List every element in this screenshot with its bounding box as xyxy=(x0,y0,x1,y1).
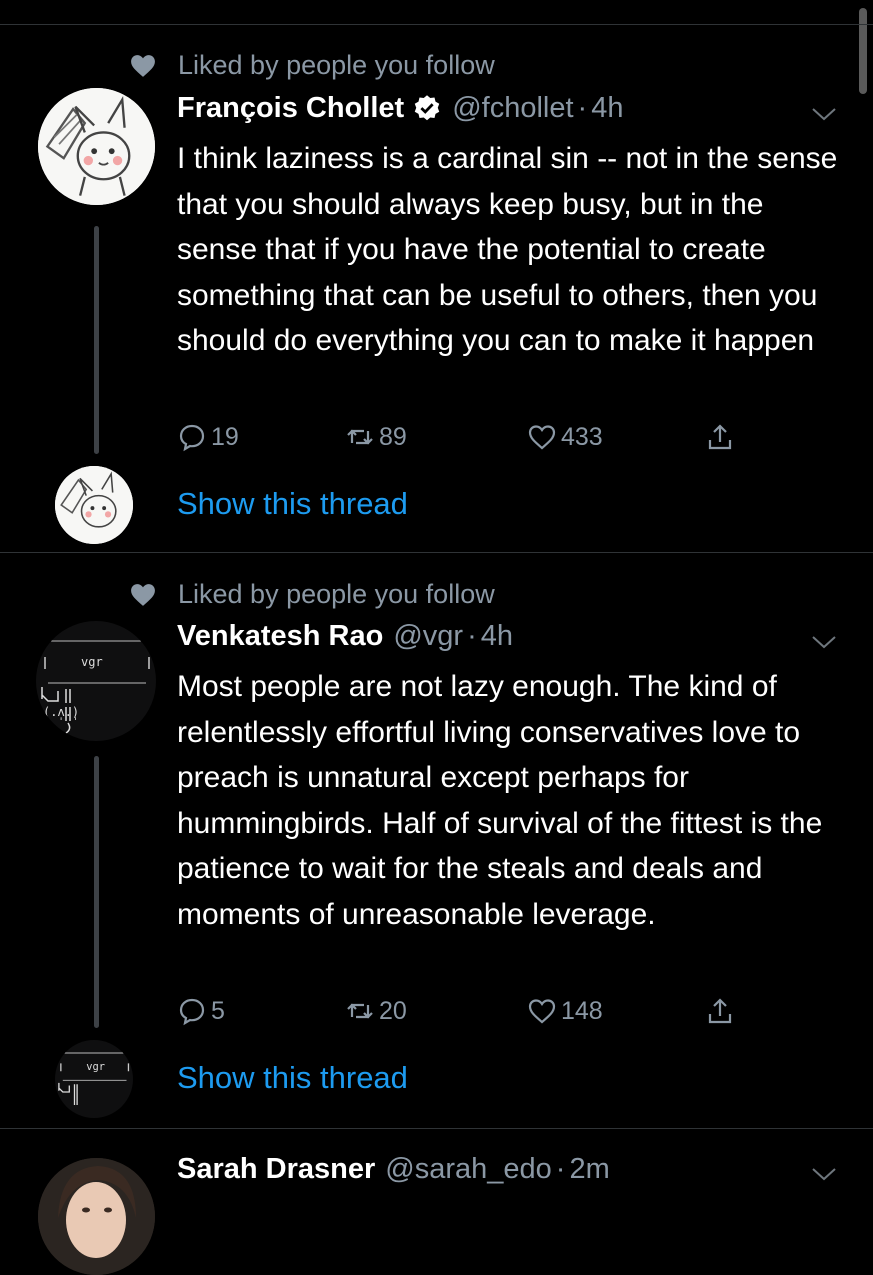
reply-button[interactable]: 19 xyxy=(177,422,239,452)
reply-count: 19 xyxy=(211,422,239,451)
separator-dot: · xyxy=(577,92,588,124)
vgr-ascii-avatar-image: vgr xyxy=(58,1052,130,1105)
chevron-down-icon[interactable] xyxy=(811,1166,837,1182)
author-name[interactable]: Venkatesh Rao xyxy=(177,620,383,653)
social-context-text: Liked by people you follow xyxy=(178,50,495,80)
retweet-count: 89 xyxy=(379,422,407,451)
retweet-button[interactable]: 89 xyxy=(345,422,407,452)
avatar-face: (.̩ʌ.̩) xyxy=(43,705,80,719)
retweet-icon xyxy=(347,1003,373,1019)
social-context: Liked by people you follow xyxy=(130,579,495,610)
heart-filled-icon xyxy=(131,583,155,606)
svg-text:vgr: vgr xyxy=(86,1061,105,1073)
retweet-icon xyxy=(347,429,373,445)
share-button[interactable] xyxy=(705,996,739,1026)
share-icon xyxy=(708,424,732,450)
author-handle[interactable]: @sarah_edo xyxy=(385,1153,552,1186)
social-context: Liked by people you follow xyxy=(130,50,495,81)
reply-icon xyxy=(179,424,205,452)
tweet-header: Sarah Drasner @sarah_edo · 2m xyxy=(177,1153,610,1186)
retweet-button[interactable]: 20 xyxy=(345,996,407,1026)
reply-button[interactable]: 5 xyxy=(177,996,225,1026)
share-icon xyxy=(708,998,732,1024)
like-button[interactable]: 148 xyxy=(527,996,603,1026)
profile-photo-image xyxy=(38,1158,155,1275)
separator-dot: · xyxy=(555,1153,566,1185)
pikachu-avatar-image xyxy=(55,466,133,544)
avatar[interactable] xyxy=(38,1158,155,1275)
reply-icon xyxy=(179,998,205,1026)
tweet-divider xyxy=(0,552,873,553)
tweet-text: Most people are not lazy enough. The kin… xyxy=(177,670,823,931)
tweet-time[interactable]: 4h xyxy=(481,620,513,653)
thread-line xyxy=(94,226,99,454)
avatar[interactable]: vgr (.̩ʌ.̩) xyxy=(36,621,156,741)
tweet-text: I think laziness is a cardinal sin -- no… xyxy=(177,142,838,357)
tweet-time[interactable]: 2m xyxy=(569,1153,609,1186)
tweet-actions: 19 89 433 xyxy=(177,422,757,462)
reply-count: 5 xyxy=(211,996,225,1025)
separator-dot: · xyxy=(467,620,477,652)
author-name[interactable]: Sarah Drasner xyxy=(177,1153,375,1186)
chevron-down-icon[interactable] xyxy=(811,634,837,650)
scrollbar[interactable] xyxy=(859,8,867,94)
vgr-ascii-avatar-image xyxy=(41,640,150,734)
author-handle[interactable]: @fchollet xyxy=(452,92,573,125)
tweet-header: François Chollet @fchollet · 4h xyxy=(177,92,623,125)
thread-avatar[interactable] xyxy=(55,466,133,544)
tweet-time[interactable]: 4h xyxy=(591,92,623,125)
avatar[interactable] xyxy=(38,88,155,205)
author-handle[interactable]: @vgr xyxy=(393,620,463,653)
author-name[interactable]: François Chollet xyxy=(177,92,404,125)
top-divider xyxy=(0,24,873,25)
heart-icon xyxy=(528,425,556,450)
tweet-actions: 5 20 148 xyxy=(177,996,757,1036)
thread-line xyxy=(94,756,99,1028)
tweet-header: Venkatesh Rao @vgr · 4h xyxy=(177,620,513,653)
verified-badge-icon xyxy=(414,94,440,120)
social-context-text: Liked by people you follow xyxy=(178,579,495,609)
show-thread-link[interactable]: Show this thread xyxy=(177,486,408,522)
like-count: 148 xyxy=(561,996,603,1025)
heart-icon xyxy=(528,999,556,1024)
like-button[interactable]: 433 xyxy=(527,422,603,452)
like-count: 433 xyxy=(561,422,603,451)
chevron-down-icon[interactable] xyxy=(811,106,837,122)
retweet-count: 20 xyxy=(379,996,407,1025)
heart-filled-icon xyxy=(131,54,155,77)
tweet-divider xyxy=(0,1128,873,1129)
thread-avatar[interactable]: vgr xyxy=(55,1040,133,1118)
show-thread-link[interactable]: Show this thread xyxy=(177,1060,408,1096)
avatar-text: vgr xyxy=(81,655,103,669)
pikachu-avatar-image xyxy=(38,88,155,205)
share-button[interactable] xyxy=(705,422,739,452)
